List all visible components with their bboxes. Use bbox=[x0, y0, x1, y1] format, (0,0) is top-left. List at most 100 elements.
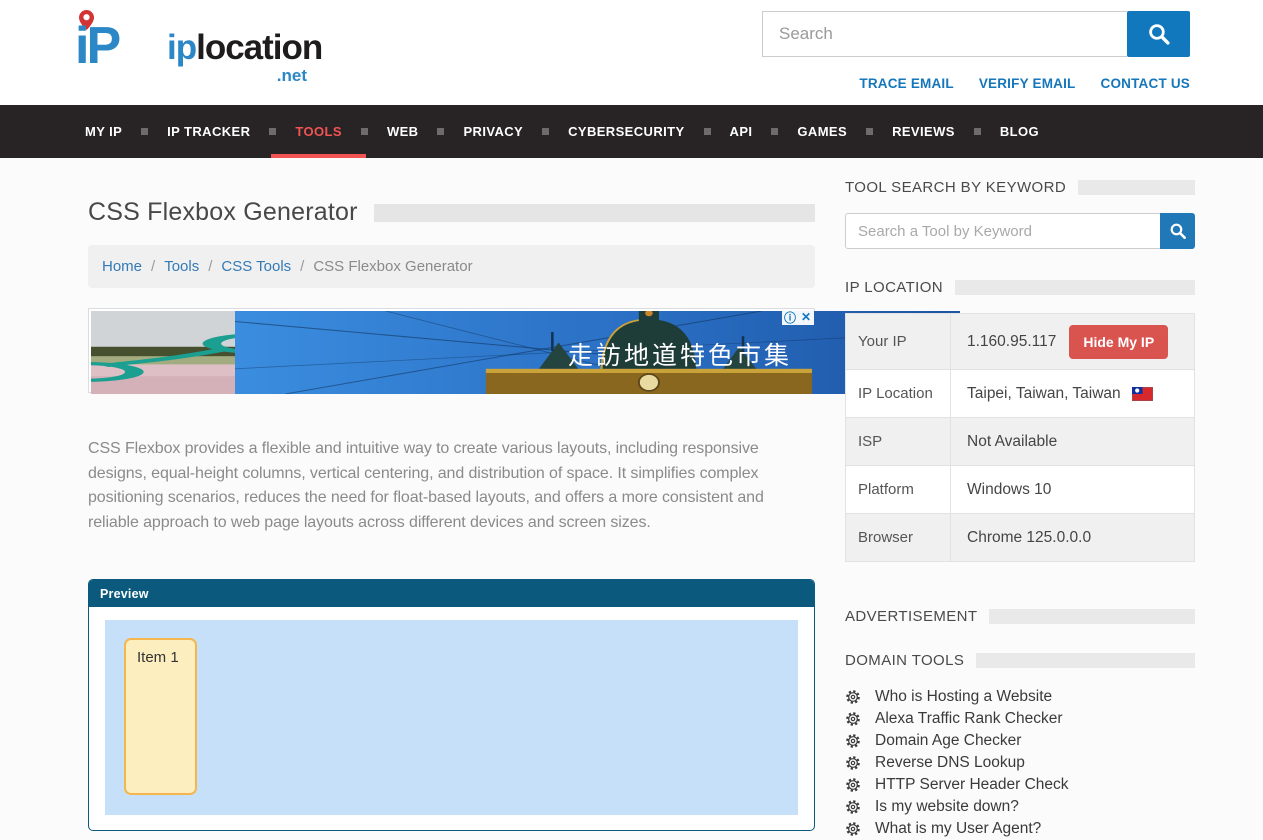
main-nav: MY IP IP TRACKER TOOLS WEB PRIVACY CYBER… bbox=[0, 105, 1263, 158]
row-label: IP Location bbox=[846, 370, 951, 417]
domain-tools-heading: DOMAIN TOOLS bbox=[845, 652, 964, 669]
nav-item-web[interactable]: WEB bbox=[387, 105, 419, 158]
preview-card-body: Item 1 bbox=[89, 607, 814, 830]
row-value: 1.160.95.117 Hide My IP bbox=[951, 314, 1194, 369]
header: iP iplocation .net TRACE EMAIL VERIFY EM… bbox=[0, 0, 1263, 105]
ip-location-heading-row: IP LOCATION bbox=[845, 279, 1195, 296]
heading-decoration-bar bbox=[955, 280, 1195, 295]
nav-item-my-ip[interactable]: MY IP bbox=[85, 105, 122, 158]
ad-banner: 走訪地道特色市集 ⓘ ✕ bbox=[88, 308, 815, 393]
row-label: ISP bbox=[846, 418, 951, 465]
ip-address-value: 1.160.95.117 bbox=[967, 333, 1056, 351]
domain-tool-label: Who is Hosting a Website bbox=[875, 688, 1052, 706]
title-row: CSS Flexbox Generator bbox=[88, 198, 815, 227]
nav-item-games[interactable]: GAMES bbox=[797, 105, 847, 158]
table-row-browser: Browser Chrome 125.0.0.0 bbox=[846, 513, 1194, 561]
domain-tool-domain-age[interactable]: Domain Age Checker bbox=[845, 730, 1195, 752]
table-row-ip-location: IP Location Taipei, Taiwan, Taiwan bbox=[846, 369, 1194, 417]
domain-tool-website-down[interactable]: Is my website down? bbox=[845, 796, 1195, 818]
domain-tool-alexa-rank[interactable]: Alexa Traffic Rank Checker bbox=[845, 708, 1195, 730]
advertisement-heading-row: ADVERTISEMENT bbox=[845, 608, 1195, 625]
contact-us-link[interactable]: CONTACT US bbox=[1101, 76, 1191, 91]
nav-separator bbox=[974, 128, 981, 135]
tool-search-heading: TOOL SEARCH BY KEYWORD bbox=[845, 179, 1066, 196]
table-row-platform: Platform Windows 10 bbox=[846, 465, 1194, 513]
header-search-input[interactable] bbox=[762, 11, 1127, 57]
table-row-isp: ISP Not Available bbox=[846, 417, 1194, 465]
nav-item-cybersecurity[interactable]: CYBERSECURITY bbox=[568, 105, 684, 158]
ad-badges: ⓘ ✕ bbox=[782, 309, 814, 325]
page: iP iplocation .net TRACE EMAIL VERIFY EM… bbox=[0, 0, 1263, 840]
row-value: Taipei, Taiwan, Taiwan bbox=[951, 370, 1194, 417]
nav-item-tools-label: TOOLS bbox=[295, 124, 342, 139]
domain-tool-label: Is my website down? bbox=[875, 798, 1019, 816]
ad-info-icon[interactable]: ⓘ bbox=[782, 309, 798, 325]
search-icon bbox=[1147, 22, 1171, 46]
ip-location-value: Taipei, Taiwan, Taiwan bbox=[967, 385, 1121, 403]
row-value: Windows 10 bbox=[951, 466, 1194, 513]
header-search bbox=[762, 11, 1190, 57]
ip-location-table: Your IP 1.160.95.117 Hide My IP IP Locat… bbox=[845, 313, 1195, 562]
flexbox-preview-item: Item 1 bbox=[124, 638, 197, 795]
nav-separator bbox=[866, 128, 873, 135]
nav-separator bbox=[437, 128, 444, 135]
flexbox-preview-container: Item 1 bbox=[105, 620, 798, 815]
tool-search-button[interactable] bbox=[1160, 213, 1195, 249]
row-value: Not Available bbox=[951, 418, 1194, 465]
tool-search-input[interactable] bbox=[845, 213, 1160, 249]
breadcrumb-separator: / bbox=[151, 258, 155, 275]
ip-location-heading: IP LOCATION bbox=[845, 279, 943, 296]
row-label: Platform bbox=[846, 466, 951, 513]
trace-email-link[interactable]: TRACE EMAIL bbox=[859, 76, 953, 91]
nav-item-tools[interactable]: TOOLS bbox=[295, 105, 342, 158]
nav-separator bbox=[269, 128, 276, 135]
nav-item-reviews[interactable]: REVIEWS bbox=[892, 105, 955, 158]
gear-icon bbox=[845, 777, 861, 793]
row-label: Your IP bbox=[846, 314, 951, 369]
site-logo[interactable]: iP iplocation .net bbox=[75, 4, 307, 96]
page-title: CSS Flexbox Generator bbox=[88, 198, 358, 227]
breadcrumb-separator: / bbox=[208, 258, 212, 275]
tool-search-heading-row: TOOL SEARCH BY KEYWORD bbox=[845, 179, 1195, 196]
domain-tool-who-is-hosting[interactable]: Who is Hosting a Website bbox=[845, 686, 1195, 708]
ad-close-icon[interactable]: ✕ bbox=[798, 309, 814, 325]
domain-tools-list: Who is Hosting a Website Alexa Traffic R… bbox=[845, 686, 1195, 840]
preview-card-header: Preview bbox=[89, 580, 814, 607]
preview-card: Preview Item 1 bbox=[88, 579, 815, 831]
gear-icon bbox=[845, 755, 861, 771]
advertisement-heading: ADVERTISEMENT bbox=[845, 608, 977, 625]
nav-item-ip-tracker[interactable]: IP TRACKER bbox=[167, 105, 250, 158]
tool-description: CSS Flexbox provides a flexible and intu… bbox=[88, 437, 795, 535]
nav-item-blog[interactable]: BLOG bbox=[1000, 105, 1039, 158]
logo-word-ip: ip bbox=[167, 28, 196, 67]
header-search-button[interactable] bbox=[1127, 11, 1190, 57]
header-links: TRACE EMAIL VERIFY EMAIL CONTACT US bbox=[859, 76, 1190, 91]
gear-icon bbox=[845, 689, 861, 705]
domain-tool-label: Alexa Traffic Rank Checker bbox=[875, 710, 1063, 728]
nav-item-privacy[interactable]: PRIVACY bbox=[463, 105, 523, 158]
logo-tld: .net bbox=[277, 66, 307, 86]
title-decoration-bar bbox=[374, 204, 815, 222]
nav-item-api[interactable]: API bbox=[730, 105, 753, 158]
domain-tool-reverse-dns[interactable]: Reverse DNS Lookup bbox=[845, 752, 1195, 774]
nav-separator bbox=[361, 128, 368, 135]
breadcrumb-css-tools[interactable]: CSS Tools bbox=[221, 258, 291, 275]
hide-my-ip-button[interactable]: Hide My IP bbox=[1069, 325, 1168, 359]
nav-separator bbox=[704, 128, 711, 135]
breadcrumb-current: CSS Flexbox Generator bbox=[313, 258, 472, 275]
domain-tool-user-agent[interactable]: What is my User Agent? bbox=[845, 818, 1195, 840]
domain-tool-http-header[interactable]: HTTP Server Header Check bbox=[845, 774, 1195, 796]
breadcrumb: Home / Tools / CSS Tools / CSS Flexbox G… bbox=[88, 245, 815, 288]
breadcrumb-tools[interactable]: Tools bbox=[164, 258, 199, 275]
gear-icon bbox=[845, 711, 861, 727]
logo-wordmark: iplocation bbox=[167, 28, 322, 68]
gear-icon bbox=[845, 821, 861, 837]
main-content: CSS Flexbox Generator Home / Tools / CSS… bbox=[88, 158, 815, 831]
domain-tool-label: Domain Age Checker bbox=[875, 732, 1021, 750]
heading-decoration-bar bbox=[976, 653, 1195, 668]
table-row-your-ip: Your IP 1.160.95.117 Hide My IP bbox=[846, 314, 1194, 369]
verify-email-link[interactable]: VERIFY EMAIL bbox=[979, 76, 1076, 91]
breadcrumb-home[interactable]: Home bbox=[102, 258, 142, 275]
gear-icon bbox=[845, 799, 861, 815]
taiwan-flag-icon bbox=[1132, 387, 1153, 401]
